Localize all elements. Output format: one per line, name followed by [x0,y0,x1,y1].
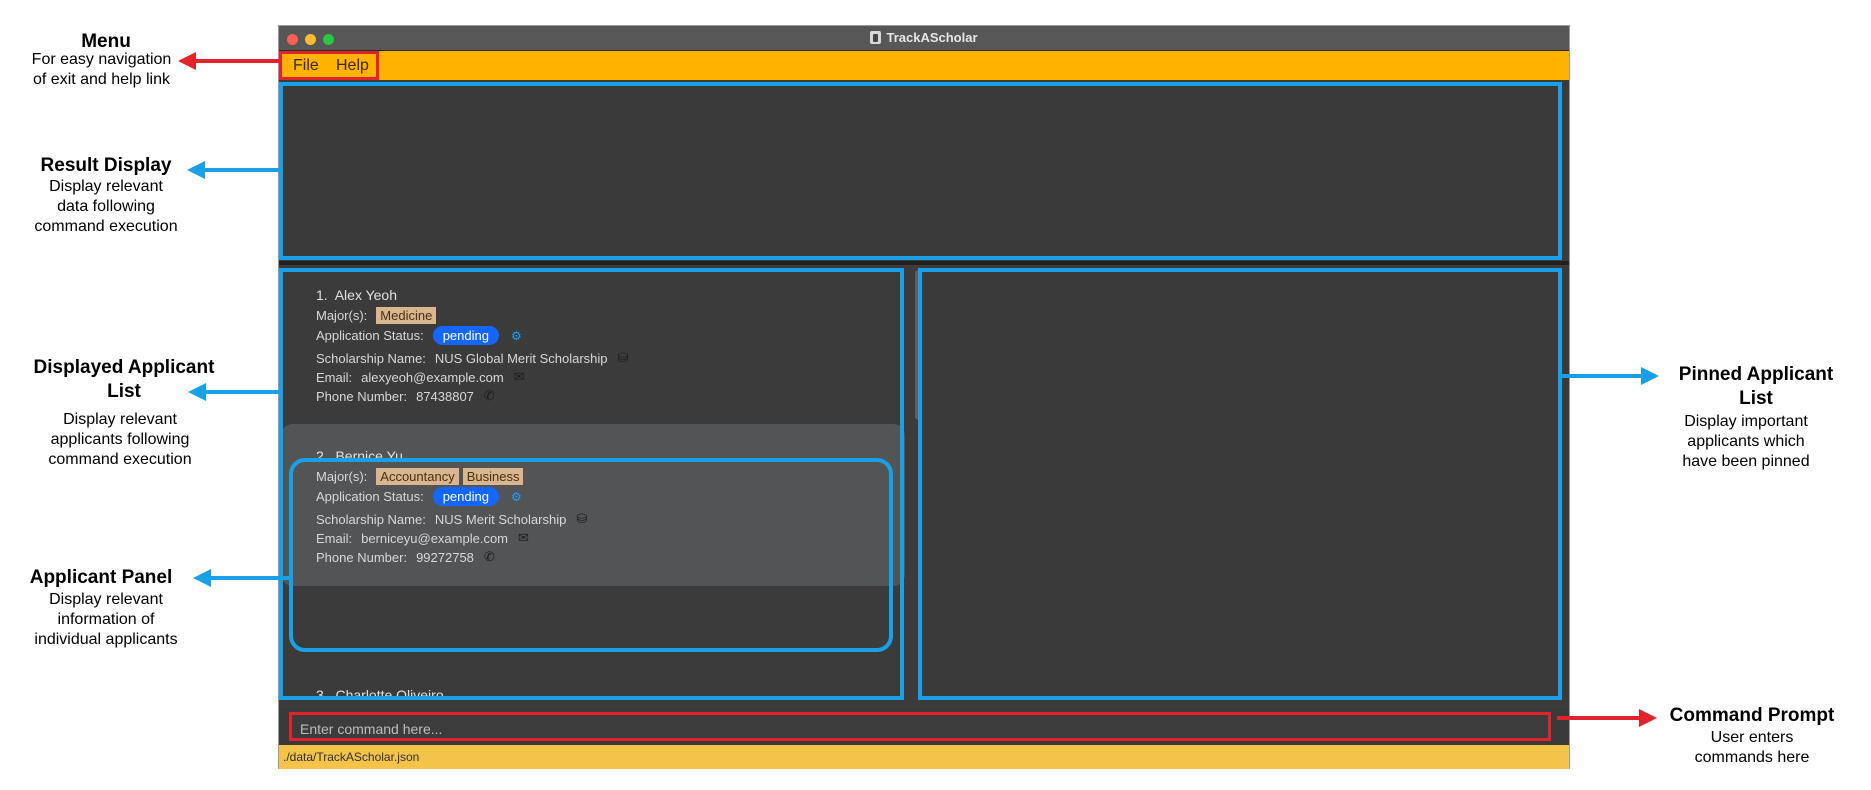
panel-annotation-title: Applicant Panel [29,567,173,588]
command-annotation-title: Command Prompt [1669,705,1835,726]
panel-annotation-desc: Display relevant information of individu… [34,591,178,648]
list-annotation-title: Displayed Applicant List [33,357,215,402]
list-annotation-desc: Display relevant applicants following co… [48,411,192,468]
menu-annotation-desc: For easy navigation of exit and help lin… [31,51,172,88]
pinned-annotation-title: Pinned Applicant List [1678,364,1834,409]
result-annotation-desc: Display relevant data following command … [34,178,178,235]
command-annotation-desc: User enters commands here [1694,729,1810,766]
annotation-arrows [178,52,1659,727]
pinned-annotation-desc: Display important applicants which have … [1682,413,1810,470]
result-annotation-title: Result Display [40,155,172,176]
